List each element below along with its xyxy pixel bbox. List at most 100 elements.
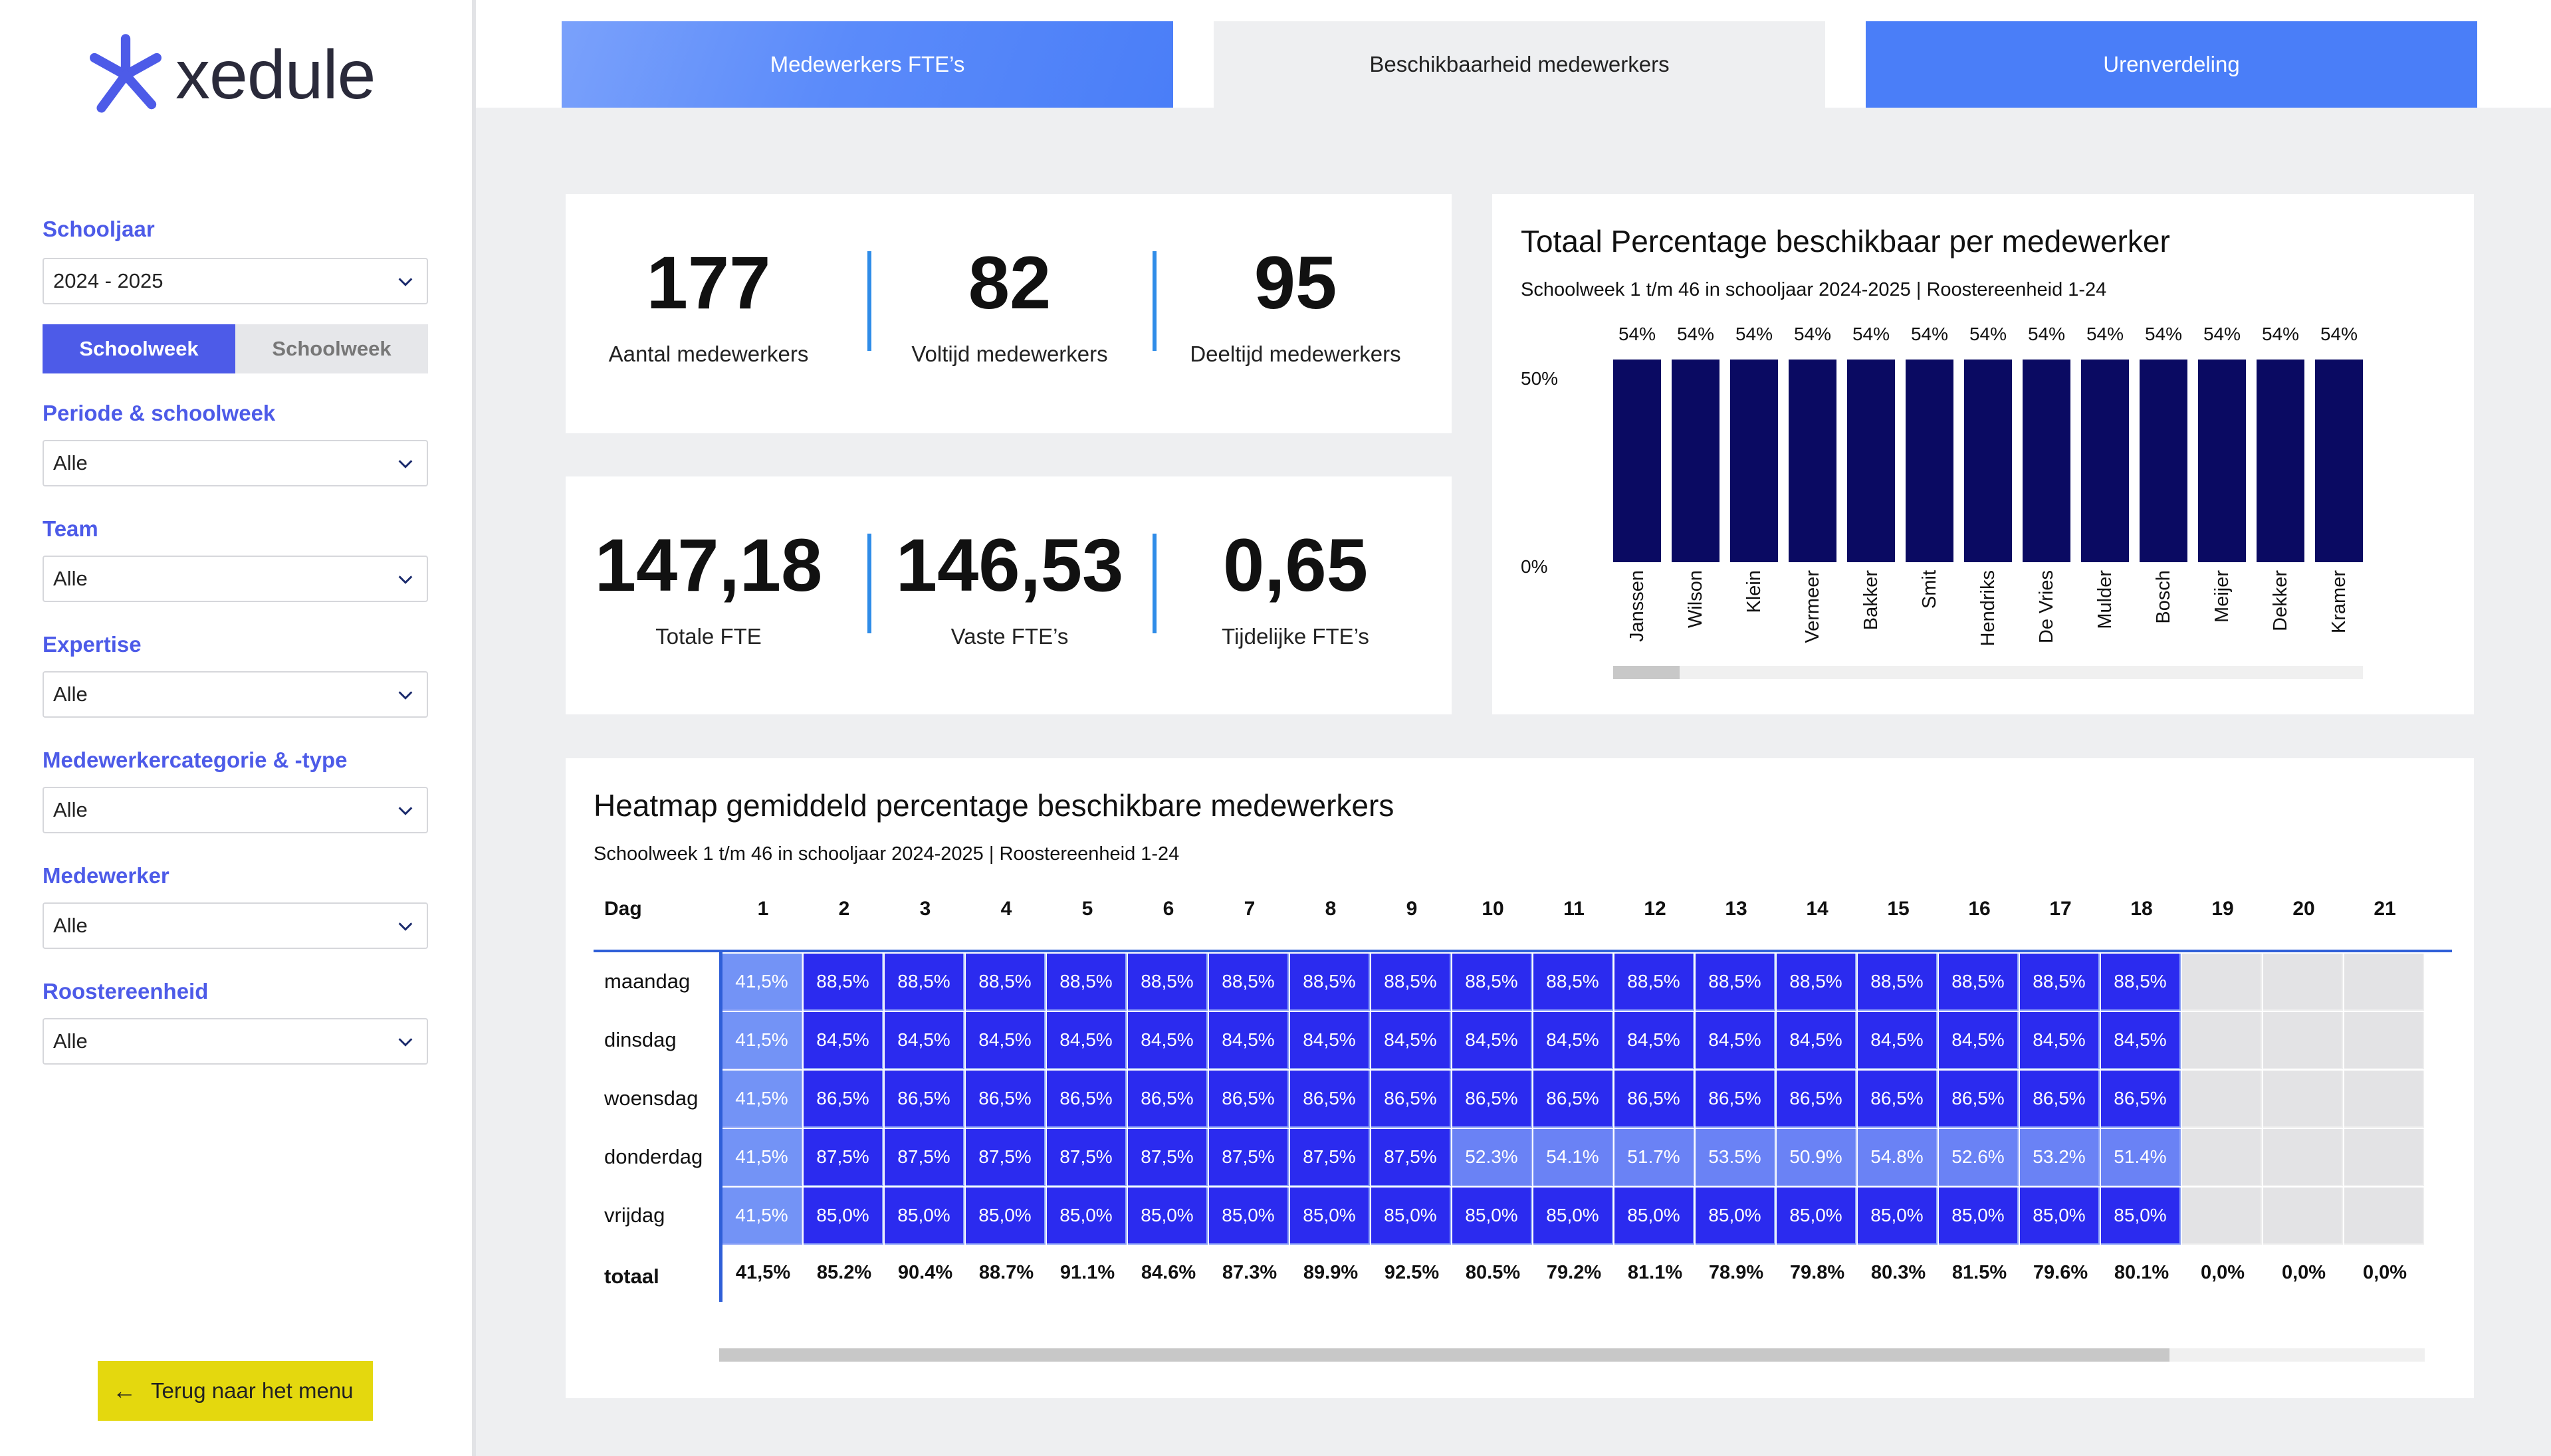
heatmap-cell[interactable]: 88,5% [2020, 954, 2100, 1011]
heatmap-cell[interactable]: 86,5% [1047, 1071, 1127, 1128]
heatmap-cell[interactable]: 87,5% [804, 1129, 883, 1186]
heatmap-cell[interactable]: 84,5% [966, 1012, 1046, 1069]
heatmap-cell[interactable]: 84,5% [1128, 1012, 1208, 1069]
heatmap-cell[interactable]: 88,5% [804, 954, 883, 1011]
bar[interactable] [2140, 360, 2187, 562]
heatmap-cell[interactable]: 85,0% [1371, 1188, 1451, 1245]
bar[interactable] [1964, 360, 2012, 562]
heatmap-cell[interactable] [2344, 1012, 2424, 1069]
heatmap-cell[interactable]: 86,5% [1452, 1071, 1532, 1128]
bar[interactable] [1613, 360, 1661, 562]
heatmap-cell[interactable]: 84,5% [1047, 1012, 1127, 1069]
heatmap-scrollbar-thumb[interactable] [719, 1348, 2169, 1362]
bar-chart-scrollbar-thumb[interactable] [1613, 666, 1680, 679]
heatmap-cell[interactable] [2344, 954, 2424, 1011]
heatmap-cell[interactable]: 54.1% [1533, 1129, 1613, 1186]
heatmap-cell[interactable]: 84,5% [2101, 1012, 2181, 1069]
heatmap-cell[interactable]: 84,5% [1290, 1012, 1370, 1069]
heatmap-cell[interactable]: 87,5% [1128, 1129, 1208, 1186]
heatmap-cell[interactable]: 84,5% [1452, 1012, 1532, 1069]
heatmap-cell[interactable]: 84,5% [1209, 1012, 1289, 1069]
heatmap-cell[interactable]: 53.2% [2020, 1129, 2100, 1186]
heatmap-cell[interactable]: 88,5% [1371, 954, 1451, 1011]
heatmap-cell[interactable]: 52.3% [1452, 1129, 1532, 1186]
heatmap-cell[interactable] [2344, 1188, 2424, 1245]
heatmap-cell[interactable]: 86,5% [1696, 1071, 1775, 1128]
categorie-select[interactable]: Alle [43, 787, 428, 833]
heatmap-cell[interactable] [2263, 1071, 2343, 1128]
heatmap-cell[interactable]: 88,5% [1533, 954, 1613, 1011]
tab-urenverdeling[interactable]: Urenverdeling [1866, 21, 2477, 108]
heatmap-cell[interactable]: 85,0% [1047, 1188, 1127, 1245]
heatmap-cell[interactable]: 86,5% [1614, 1071, 1694, 1128]
heatmap-cell[interactable]: 87,5% [1209, 1129, 1289, 1186]
back-to-menu-button[interactable]: ← Terug naar het menu [98, 1361, 373, 1421]
heatmap-cell[interactable]: 84,5% [1939, 1012, 2019, 1069]
heatmap-cell[interactable]: 87,5% [1290, 1129, 1370, 1186]
heatmap-cell[interactable]: 87,5% [966, 1129, 1046, 1186]
schoolyear-select[interactable]: 2024 - 2025 [43, 258, 428, 304]
heatmap-cell[interactable]: 87,5% [885, 1129, 964, 1186]
heatmap-cell[interactable] [2263, 1129, 2343, 1186]
heatmap-cell[interactable]: 51.4% [2101, 1129, 2181, 1186]
heatmap-cell[interactable] [2182, 1188, 2262, 1245]
heatmap-cell[interactable]: 84,5% [1696, 1012, 1775, 1069]
heatmap-cell[interactable]: 85,0% [1858, 1188, 1938, 1245]
heatmap-cell[interactable]: 84,5% [1371, 1012, 1451, 1069]
heatmap-cell[interactable]: 85,0% [2020, 1188, 2100, 1245]
heatmap-cell[interactable]: 88,5% [1939, 954, 2019, 1011]
heatmap-cell[interactable] [2344, 1071, 2424, 1128]
bar[interactable] [1672, 360, 1719, 562]
bar[interactable] [1789, 360, 1836, 562]
heatmap-cell[interactable]: 88,5% [2101, 954, 2181, 1011]
heatmap-cell[interactable]: 50.9% [1777, 1129, 1856, 1186]
heatmap-cell[interactable] [2263, 1188, 2343, 1245]
heatmap-cell[interactable]: 54.8% [1858, 1129, 1938, 1186]
heatmap-cell[interactable]: 86,5% [1533, 1071, 1613, 1128]
heatmap-cell[interactable]: 41,5% [722, 1012, 802, 1069]
toggle-schoolweek-active[interactable]: Schoolweek [43, 324, 235, 373]
heatmap-cell[interactable]: 84,5% [1777, 1012, 1856, 1069]
heatmap-cell[interactable]: 85,0% [2101, 1188, 2181, 1245]
heatmap-cell[interactable]: 85,0% [804, 1188, 883, 1245]
heatmap-cell[interactable]: 88,5% [1614, 954, 1694, 1011]
heatmap-cell[interactable]: 86,5% [1209, 1071, 1289, 1128]
heatmap-cell[interactable]: 53.5% [1696, 1129, 1775, 1186]
heatmap-cell[interactable]: 84,5% [1533, 1012, 1613, 1069]
heatmap-cell[interactable]: 41,5% [722, 1129, 802, 1186]
heatmap-cell[interactable] [2182, 1071, 2262, 1128]
bar[interactable] [1906, 360, 1953, 562]
heatmap-cell[interactable]: 86,5% [1290, 1071, 1370, 1128]
bar[interactable] [2315, 360, 2363, 562]
heatmap-cell[interactable]: 52.6% [1939, 1129, 2019, 1186]
heatmap-cell[interactable]: 86,5% [1371, 1071, 1451, 1128]
medewerker-select[interactable]: Alle [43, 902, 428, 949]
heatmap-cell[interactable]: 88,5% [1858, 954, 1938, 1011]
expertise-select[interactable]: Alle [43, 671, 428, 718]
heatmap-cell[interactable]: 86,5% [804, 1071, 883, 1128]
heatmap-cell[interactable]: 85,0% [1939, 1188, 2019, 1245]
heatmap-cell[interactable]: 85,0% [1696, 1188, 1775, 1245]
tab-beschikbaarheid[interactable]: Beschikbaarheid medewerkers [1214, 21, 1825, 108]
bar[interactable] [1847, 360, 1895, 562]
heatmap-cell[interactable]: 85,0% [1533, 1188, 1613, 1245]
bar[interactable] [2198, 360, 2246, 562]
heatmap-cell[interactable]: 86,5% [966, 1071, 1046, 1128]
toggle-schoolweek-inactive[interactable]: Schoolweek [235, 324, 428, 373]
heatmap-cell[interactable]: 85,0% [1209, 1188, 1289, 1245]
heatmap-cell[interactable]: 88,5% [1290, 954, 1370, 1011]
heatmap-cell[interactable] [2182, 1129, 2262, 1186]
heatmap-cell[interactable] [2182, 1012, 2262, 1069]
heatmap-cell[interactable]: 84,5% [885, 1012, 964, 1069]
heatmap-cell[interactable] [2263, 1012, 2343, 1069]
heatmap-cell[interactable] [2344, 1129, 2424, 1186]
heatmap-cell[interactable]: 41,5% [722, 954, 802, 1011]
heatmap-cell[interactable]: 85,0% [1777, 1188, 1856, 1245]
heatmap-cell[interactable]: 85,0% [1290, 1188, 1370, 1245]
heatmap-cell[interactable]: 85,0% [1452, 1188, 1532, 1245]
heatmap-cell[interactable] [2263, 954, 2343, 1011]
bar[interactable] [1730, 360, 1778, 562]
roostereenheid-select[interactable]: Alle [43, 1018, 428, 1065]
heatmap-cell[interactable]: 88,5% [1452, 954, 1532, 1011]
heatmap-cell[interactable]: 84,5% [2020, 1012, 2100, 1069]
